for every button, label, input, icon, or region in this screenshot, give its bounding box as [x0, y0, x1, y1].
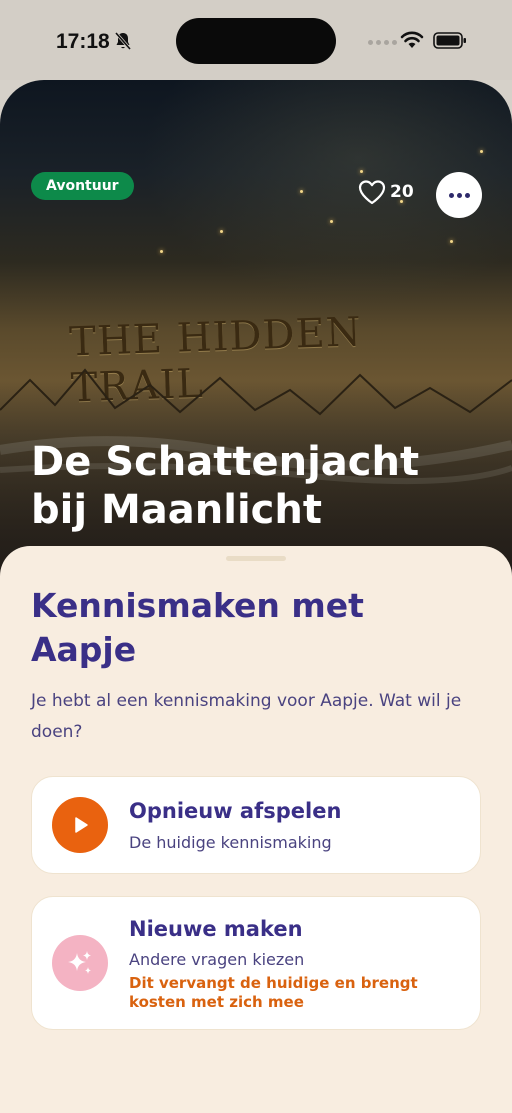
- new-option-card[interactable]: Nieuwe maken Andere vragen kiezen Dit ve…: [31, 896, 481, 1030]
- option-title: Opnieuw afspelen: [129, 799, 342, 823]
- genre-tag: Avontuur: [31, 172, 134, 200]
- like-count: 20: [390, 182, 414, 202]
- play-icon-circle: [52, 797, 108, 853]
- cost-warning: Dit vervangt de huidige en brengt kosten…: [129, 974, 418, 1011]
- option-subtitle: Andere vragen kiezen: [129, 950, 305, 969]
- sparkle: [450, 240, 453, 243]
- battery-icon: [433, 32, 466, 49]
- like-button[interactable]: 20: [358, 179, 414, 205]
- more-dot-icon: [456, 192, 462, 198]
- bottom-sheet: Kennismaken met Aapje Je hebt al een ken…: [0, 546, 512, 1113]
- more-dot-icon: [464, 192, 470, 198]
- more-options-button[interactable]: [436, 172, 482, 218]
- sparkle: [360, 170, 363, 173]
- dynamic-island: [176, 18, 336, 64]
- signal-icon: [368, 40, 397, 45]
- status-bar: 17:18: [0, 0, 512, 80]
- sparkle: [220, 230, 223, 233]
- replay-option-card[interactable]: Opnieuw afspelen De huidige kennismaking: [31, 776, 481, 874]
- sparkle: [300, 190, 303, 193]
- story-hero-image: THE HIDDEN TRAIL Avontuur 20 De Schatten…: [0, 80, 512, 600]
- story-title: De Schattenjacht bij Maanlicht: [31, 439, 420, 533]
- sheet-title: Kennismaken met Aapje: [31, 586, 364, 669]
- heart-icon: [358, 180, 386, 205]
- option-title: Nieuwe maken: [129, 917, 303, 941]
- sparkle: [330, 220, 333, 223]
- sparkle: [160, 250, 163, 253]
- more-dot-icon: [448, 192, 454, 198]
- sheet-grabber[interactable]: [226, 556, 286, 561]
- sheet-description: Je hebt al een kennismaking voor Aapje. …: [31, 691, 462, 742]
- option-subtitle: De huidige kennismaking: [129, 833, 332, 852]
- bell-off-icon: [114, 32, 132, 50]
- status-time: 17:18: [56, 30, 110, 53]
- sparkle: [480, 150, 483, 153]
- sparkles-icon-circle: [52, 935, 108, 991]
- play-icon: [75, 817, 88, 833]
- wifi-icon: [400, 31, 424, 48]
- sparkles-icon: [68, 951, 91, 974]
